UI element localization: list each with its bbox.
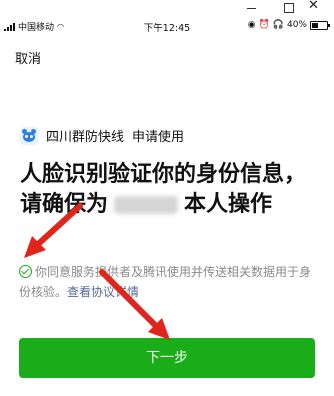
close-icon: ✕ [308,0,319,13]
next-step-button[interactable]: 下一步 [19,338,315,378]
title-line-2: 请确保为 本人操作 [20,190,320,220]
headphones-icon: 🎧 [272,20,284,30]
page-title: 人脸识别验证你的身份信息， 请确保为 本人操作 [20,160,320,220]
app-logo-icon [20,126,38,145]
consent-text: 你同意服务提供者及腾讯使用并传送相关数据用于身份核验。查看协议详情 [19,262,315,302]
maximize-icon [284,3,294,13]
app-name: 四川群防快线 [46,130,125,145]
redacted-name [114,196,179,214]
app-action: 申请使用 [132,130,185,145]
consent-body: 你同意服务提供者及腾讯使用并传送相关数据用于身份核验。 [19,265,312,299]
battery-percent: 40% [286,20,307,30]
location-icon: ◉ [247,20,256,30]
window-titlebar: ✕ [0,0,334,16]
agree-checkbox[interactable] [19,265,32,278]
status-bar: 中国移动 ◠ 下午12:45 ◉ ⏰ 🎧 40% [0,17,334,35]
title-line-1: 人脸识别验证你的身份信息， [20,162,307,187]
app-header: 四川群防快线 申请使用 [20,126,184,145]
title-line-2-suffix: 本人操作 [184,192,273,217]
alarm-icon: ⏰ [258,20,270,30]
agreement-link[interactable]: 查看协议详情 [67,285,139,299]
close-button[interactable]: ✕ [296,0,334,16]
battery-icon [310,20,330,30]
title-line-2-prefix: 请确保为 [20,192,109,217]
cancel-button[interactable]: 取消 [15,48,41,67]
minimize-icon [247,8,256,9]
minimize-button[interactable] [231,0,269,16]
